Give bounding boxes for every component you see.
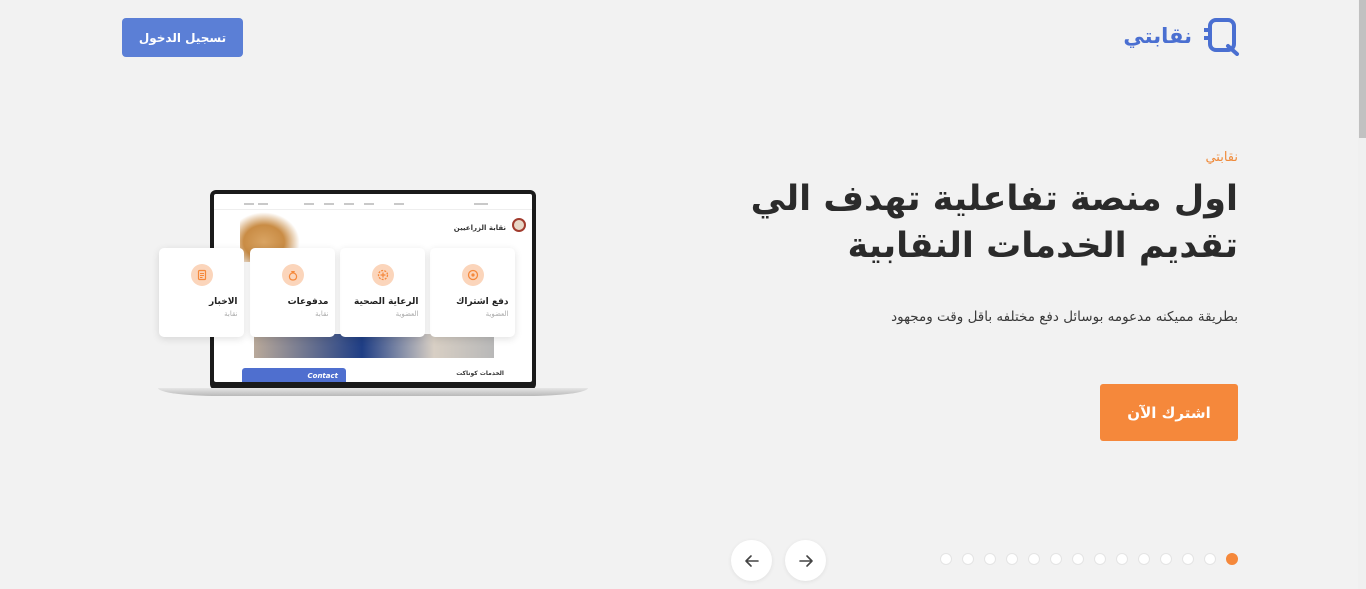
slider-dot[interactable] bbox=[962, 553, 974, 565]
subscribe-now-button[interactable]: اشترك الآن bbox=[1100, 384, 1238, 441]
service-card-subscription[interactable]: دفع اشتراك العضوية bbox=[430, 248, 515, 337]
logo-mark-icon bbox=[1204, 18, 1239, 56]
hero-eyebrow: نقابتي bbox=[1205, 150, 1238, 165]
service-card-payments[interactable]: مدفوعات نقابة bbox=[250, 248, 335, 337]
slider-dot[interactable] bbox=[1160, 553, 1172, 565]
laptop-base bbox=[158, 388, 588, 396]
service-card-healthcare[interactable]: الرعاية الصحية العضوية bbox=[340, 248, 425, 337]
site-logo[interactable]: نقابتي bbox=[1120, 14, 1240, 58]
slider-dot[interactable] bbox=[940, 553, 952, 565]
login-button[interactable]: تسجيل الدخول bbox=[122, 18, 243, 57]
mini-contact-bar: Contact bbox=[242, 368, 346, 382]
hero-title: اول منصة تفاعلية تهدف الي تقديم الخدمات … bbox=[718, 176, 1238, 271]
money-bag-icon bbox=[281, 264, 304, 286]
slider-dot[interactable] bbox=[1182, 553, 1194, 565]
slider-dot[interactable] bbox=[1226, 553, 1238, 565]
scrollbar-thumb[interactable] bbox=[1359, 0, 1366, 138]
mini-site-title: نقابة الزراعيين bbox=[453, 224, 506, 232]
logo-text: نقابتي bbox=[1123, 24, 1192, 48]
slider-dot[interactable] bbox=[1072, 553, 1084, 565]
coin-icon bbox=[461, 264, 484, 286]
mini-section-title: الخدمات كوناكت bbox=[456, 370, 504, 377]
mini-nav bbox=[214, 200, 532, 210]
card-title: الرعاية الصحية bbox=[353, 297, 419, 307]
arrow-left-icon bbox=[744, 554, 759, 567]
card-title: دفع اشتراك bbox=[456, 297, 509, 307]
slider-dot[interactable] bbox=[1050, 553, 1062, 565]
hero-subtitle: بطريقة مميكنه مدعومه بوسائل دفع مختلفه ب… bbox=[891, 309, 1238, 325]
mini-banner-image bbox=[254, 334, 494, 358]
service-card-news[interactable]: الاخبار نقابة bbox=[159, 248, 244, 337]
hero-title-line-1: اول منصة تفاعلية تهدف الي bbox=[750, 179, 1238, 219]
slider-dot[interactable] bbox=[1204, 553, 1216, 565]
document-icon bbox=[190, 264, 213, 286]
syndicate-emblem-icon bbox=[512, 218, 526, 232]
card-title: الاخبار bbox=[208, 297, 238, 307]
hero-title-line-2: تقديم الخدمات النقابية bbox=[847, 226, 1239, 267]
arrow-right-icon bbox=[798, 554, 813, 567]
card-subtitle: العضوية bbox=[485, 310, 509, 318]
scrollbar[interactable] bbox=[1358, 0, 1366, 589]
slider-dot[interactable] bbox=[1028, 553, 1040, 565]
card-subtitle: نقابة bbox=[315, 310, 329, 318]
slider-prev-button[interactable] bbox=[731, 540, 772, 581]
slider-dot[interactable] bbox=[1094, 553, 1106, 565]
card-title: مدفوعات bbox=[287, 297, 329, 307]
slider-dot[interactable] bbox=[1116, 553, 1128, 565]
health-icon bbox=[371, 264, 394, 286]
slider-pagination bbox=[940, 553, 1240, 565]
card-subtitle: نقابة bbox=[224, 310, 238, 318]
slider-dot[interactable] bbox=[1006, 553, 1018, 565]
card-subtitle: العضوية bbox=[395, 310, 419, 318]
slider-dot[interactable] bbox=[984, 553, 996, 565]
slider-dot[interactable] bbox=[1138, 553, 1150, 565]
slider-next-button[interactable] bbox=[785, 540, 826, 581]
